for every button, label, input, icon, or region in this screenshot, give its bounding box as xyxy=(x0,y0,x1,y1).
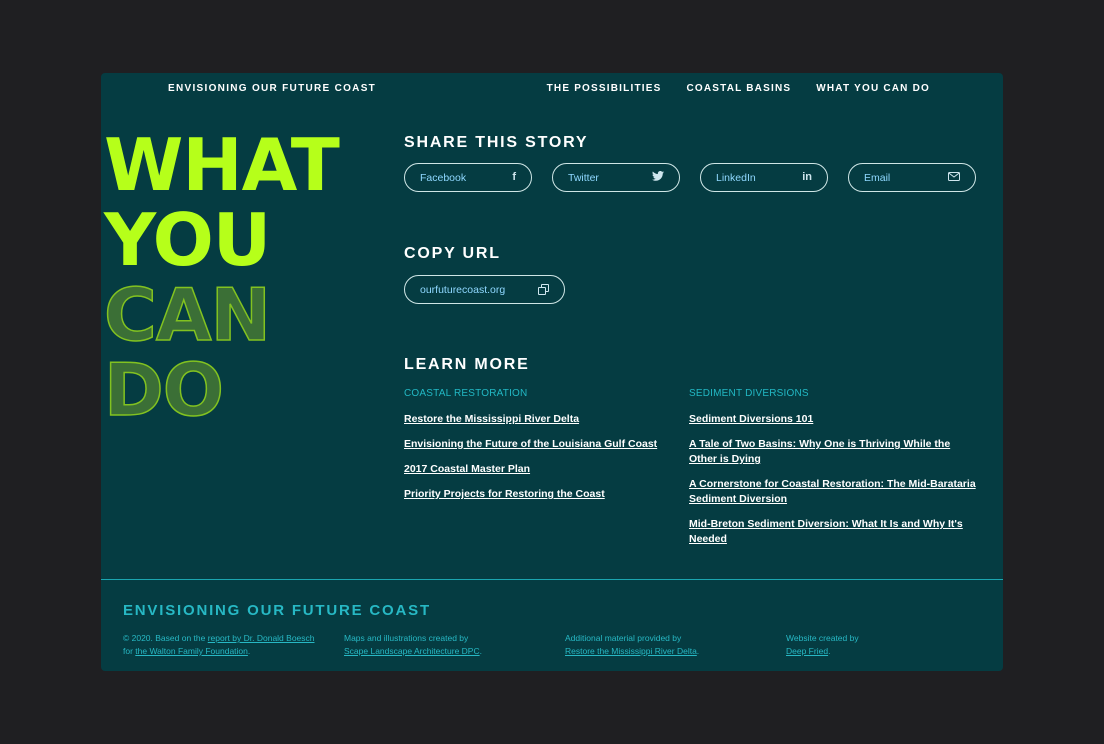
facebook-icon: f xyxy=(512,171,516,183)
learn-more-column-sediment: SEDIMENT DIVERSIONS Sediment Diversions … xyxy=(689,388,977,557)
learn-more-link[interactable]: Priority Projects for Restoring the Coas… xyxy=(404,487,694,502)
nav-link-what-you-can-do[interactable]: WHAT YOU CAN DO xyxy=(816,83,930,94)
credit-link[interactable]: Restore the Mississippi River Delta xyxy=(565,646,697,656)
top-nav: ENVISIONING OUR FUTURE COAST THE POSSIBI… xyxy=(101,83,1003,103)
twitter-icon xyxy=(652,171,664,184)
share-twitter-label: Twitter xyxy=(568,171,599,184)
learn-more-link[interactable]: 2017 Coastal Master Plan xyxy=(404,462,694,477)
share-email-button[interactable]: Email xyxy=(848,163,976,192)
credit-period: . xyxy=(479,646,482,656)
hero-line-can: CAN xyxy=(103,273,271,357)
share-title: SHARE THIS STORY xyxy=(404,134,589,151)
credit-period: . xyxy=(828,646,831,656)
credit-report: © 2020. Based on the report by Dr. Donal… xyxy=(123,632,344,658)
credit-maps: Maps and illustrations created by Scape … xyxy=(344,632,565,658)
copy-url-value: ourfuturecoast.org xyxy=(420,283,506,296)
credit-additional: Additional material provided by Restore … xyxy=(565,632,786,658)
hero-heading: WHAT YOU CAN DO xyxy=(103,123,384,432)
linkedin-icon: in xyxy=(802,171,812,183)
nav-link-possibilities[interactable]: THE POSSIBILITIES xyxy=(547,83,662,94)
learn-more-link[interactable]: Envisioning the Future of the Louisiana … xyxy=(404,437,694,452)
footer-credits: © 2020. Based on the report by Dr. Donal… xyxy=(123,632,1003,658)
learn-more-link[interactable]: Restore the Mississippi River Delta xyxy=(404,412,694,427)
brand-link[interactable]: ENVISIONING OUR FUTURE COAST xyxy=(168,83,376,94)
share-email-label: Email xyxy=(864,171,891,184)
category-label: COASTAL RESTORATION xyxy=(404,388,528,399)
email-icon xyxy=(948,171,960,184)
credit-text: Additional material provided by xyxy=(565,633,682,643)
credit-text: for xyxy=(123,646,136,656)
learn-more-link[interactable]: Sediment Diversions 101 xyxy=(689,412,977,427)
credit-link[interactable]: Deep Fried xyxy=(786,646,828,656)
credit-text: Website created by xyxy=(786,633,859,643)
footer-divider xyxy=(101,579,1003,580)
credit-link[interactable]: report by Dr. Donald Boesch xyxy=(208,633,315,643)
credit-text: Maps and illustrations created by xyxy=(344,633,469,643)
share-linkedin-button[interactable]: LinkedIn in xyxy=(700,163,828,192)
learn-more-title: LEARN MORE xyxy=(404,356,530,373)
category-label: SEDIMENT DIVERSIONS xyxy=(689,388,809,399)
share-facebook-button[interactable]: Facebook f xyxy=(404,163,532,192)
share-linkedin-label: LinkedIn xyxy=(716,171,756,184)
footer-title: ENVISIONING OUR FUTURE COAST xyxy=(123,602,431,619)
learn-more-link[interactable]: Mid-Breton Sediment Diversion: What It I… xyxy=(689,517,977,547)
credit-website: Website created by Deep Fried. xyxy=(786,632,1003,658)
credit-period: . xyxy=(247,646,251,656)
copy-icon xyxy=(538,284,549,295)
copy-url-title: COPY URL xyxy=(404,245,501,262)
hero-line-you: YOU xyxy=(104,198,271,282)
hero-line-do: DO xyxy=(103,348,224,432)
credit-link[interactable]: Scape Landscape Architecture DPC xyxy=(344,646,480,656)
learn-more-link[interactable]: A Cornerstone for Coastal Restoration: T… xyxy=(689,477,977,507)
nav-links: THE POSSIBILITIES COASTAL BASINS WHAT YO… xyxy=(547,83,930,94)
share-facebook-label: Facebook xyxy=(420,171,467,184)
credit-text: © 2020. Based on the xyxy=(123,633,208,643)
page-panel: ENVISIONING OUR FUTURE COAST THE POSSIBI… xyxy=(101,73,1003,671)
credit-link[interactable]: the Walton Family Foundation xyxy=(135,646,248,656)
learn-more-column-coastal: COASTAL RESTORATION Restore the Mississi… xyxy=(404,388,694,512)
hero-line-what: WHAT xyxy=(104,123,340,207)
learn-more-link[interactable]: A Tale of Two Basins: Why One is Thrivin… xyxy=(689,437,977,467)
nav-link-coastal-basins[interactable]: COASTAL BASINS xyxy=(686,83,791,94)
share-buttons: Facebook f Twitter LinkedIn in Email xyxy=(404,163,976,192)
credit-period: . xyxy=(696,646,700,656)
share-twitter-button[interactable]: Twitter xyxy=(552,163,680,192)
copy-url-button[interactable]: ourfuturecoast.org xyxy=(404,275,565,304)
